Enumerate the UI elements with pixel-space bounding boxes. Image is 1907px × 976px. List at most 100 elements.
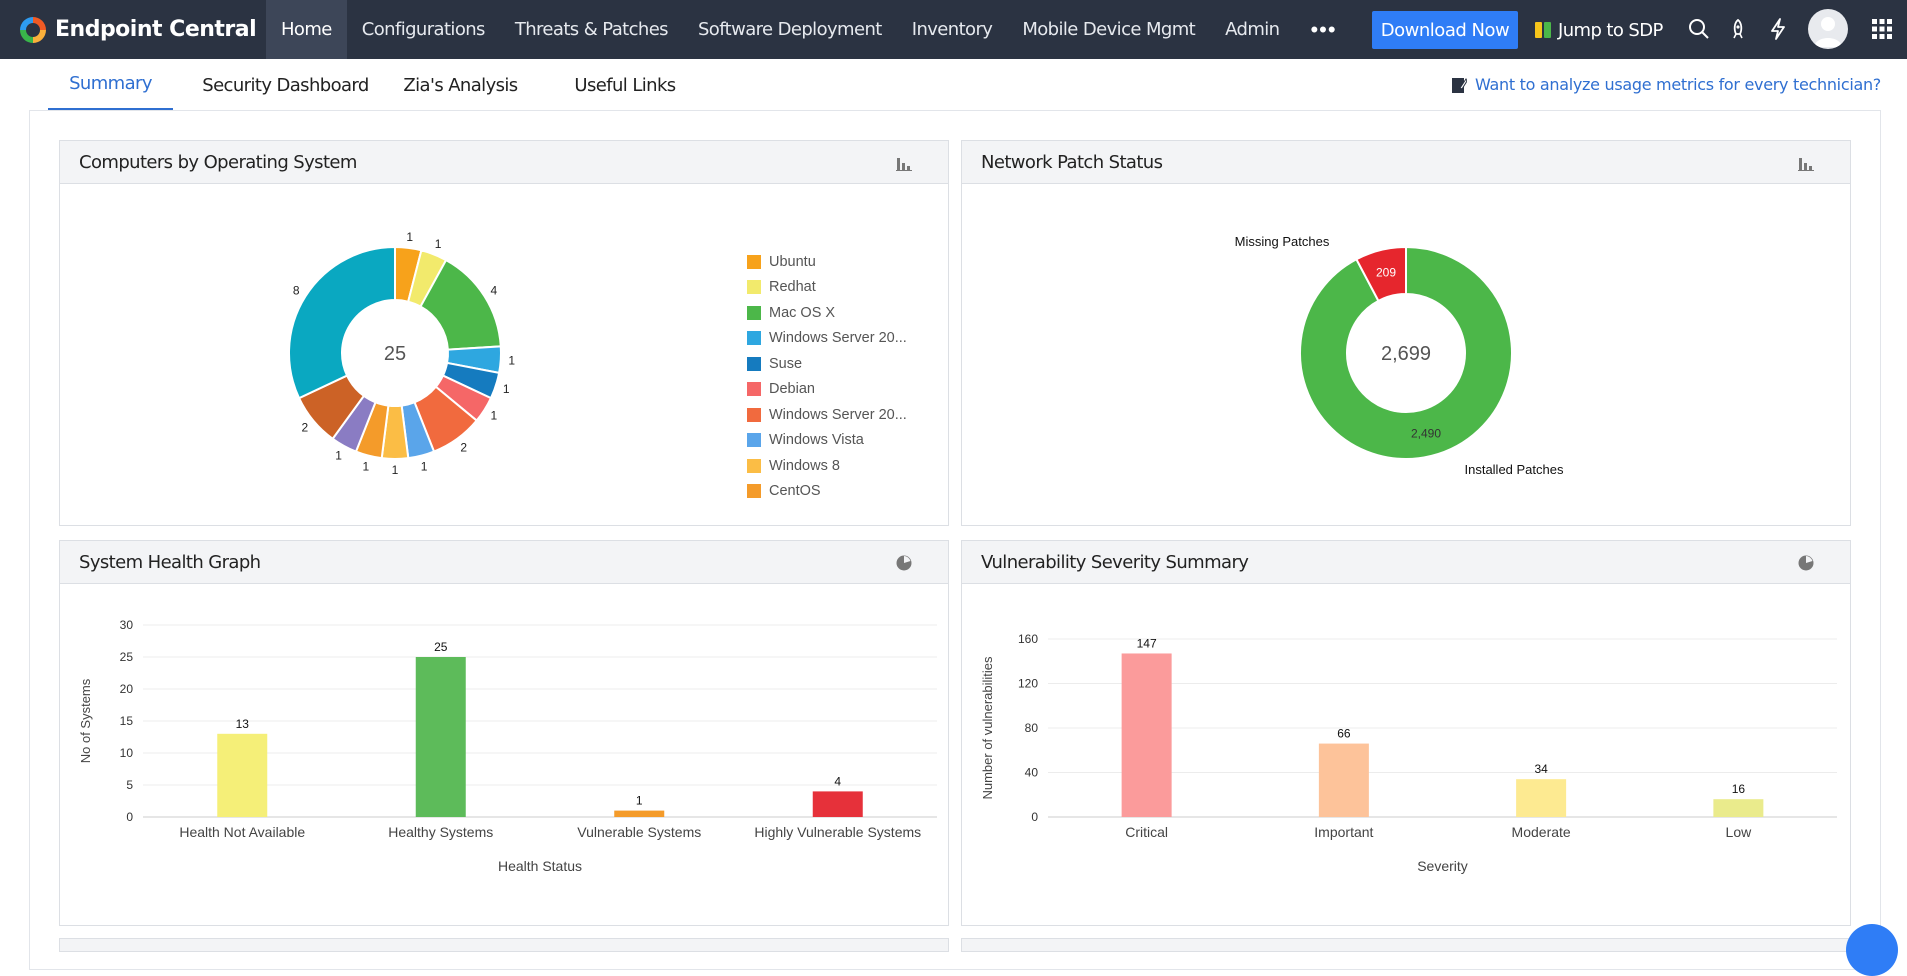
legend-label: Redhat xyxy=(769,279,816,296)
bar-value-label: 25 xyxy=(434,640,448,654)
nav-admin[interactable]: Admin xyxy=(1210,0,1294,59)
tab-summary[interactable]: Summary xyxy=(48,59,173,111)
nav-home[interactable]: Home xyxy=(266,0,347,59)
legend-label: Mac OS X xyxy=(769,304,836,321)
legend-label: Windows Vista xyxy=(769,432,864,449)
bar-value-label: 34 xyxy=(1534,762,1548,776)
legend-item[interactable]: Windows Vista xyxy=(747,428,907,454)
y-tick-label: 15 xyxy=(120,714,134,728)
jump-to-sdp-label: Jump to SDP xyxy=(1558,19,1663,41)
legend-label: CentOS xyxy=(769,483,821,500)
bar xyxy=(1318,743,1369,817)
health-panel-title: System Health Graph xyxy=(79,551,261,573)
slice-value-label: 1 xyxy=(406,230,413,244)
patch-panel-title: Network Patch Status xyxy=(981,151,1163,173)
legend-swatch xyxy=(747,382,761,397)
y-axis-title: No of Systems xyxy=(78,678,93,763)
os-panel-title: Computers by Operating System xyxy=(79,151,357,173)
legend-swatch xyxy=(747,280,761,295)
legend-item[interactable]: Redhat xyxy=(747,275,907,301)
legend-item[interactable]: Ubuntu xyxy=(747,249,907,275)
slice-value-label: 1 xyxy=(421,459,428,473)
slice-value-label: 1 xyxy=(435,237,442,251)
bar xyxy=(415,657,466,817)
tab-security-dashboard[interactable]: Security Dashboard xyxy=(198,59,373,111)
bar xyxy=(1516,779,1567,817)
next-panel-header xyxy=(59,938,949,952)
vuln-panel-header: Vulnerability Severity Summary xyxy=(962,541,1850,584)
edit-note-icon xyxy=(1452,77,1468,93)
chat-bubble-icon[interactable] xyxy=(1846,924,1898,976)
lightning-icon[interactable] xyxy=(1764,15,1792,43)
usage-metrics-label: Want to analyze usage metrics for every … xyxy=(1475,75,1881,94)
legend-item[interactable]: Mac OS X xyxy=(747,300,907,326)
slice-value-label: 1 xyxy=(335,449,342,463)
bar xyxy=(217,733,268,817)
bar-value-label: 4 xyxy=(834,774,841,788)
health-panel-header: System Health Graph xyxy=(60,541,948,584)
download-now-button[interactable]: Download Now xyxy=(1372,11,1518,49)
legend-swatch xyxy=(747,433,761,448)
legend-item[interactable]: Windows Server 20... xyxy=(747,326,907,352)
legend-label: Suse xyxy=(769,355,803,372)
pie-chart-icon[interactable] xyxy=(1798,555,1814,571)
health-panel: System Health Graph 0 5 10 15 20 25 30 13 Health… xyxy=(59,540,949,926)
donut-center-total: 25 xyxy=(384,343,406,365)
y-tick-label: 0 xyxy=(126,810,133,824)
x-tick-label: Moderate xyxy=(1512,824,1571,840)
nav-configurations[interactable]: Configurations xyxy=(347,0,500,59)
y-axis-title: Number of vulnerabilities xyxy=(980,656,995,800)
legend-label: Debian xyxy=(769,381,815,398)
nav-inventory[interactable]: Inventory xyxy=(897,0,1008,59)
slice-value-label: 1 xyxy=(363,459,370,473)
dashboard-tabs: Summary Security Dashboard Zia's Analysi… xyxy=(0,59,1907,111)
slice-value-label: 8 xyxy=(293,283,300,297)
nav-mobile-device-mgmt[interactable]: Mobile Device Mgmt xyxy=(1007,0,1210,59)
x-axis-title: Health Status xyxy=(498,858,582,874)
user-avatar[interactable] xyxy=(1808,9,1848,49)
bar-chart-icon[interactable] xyxy=(896,155,912,171)
bar-value-label: 147 xyxy=(1137,636,1157,650)
vuln-bar-chart: 0 40 80 120 160 147 Critical 66 Important 34 Moder… xyxy=(980,632,1837,874)
bar-value-label: 66 xyxy=(1337,727,1351,741)
tab-zias-analysis[interactable]: Zia's Analysis xyxy=(398,59,523,111)
legend-swatch xyxy=(747,331,761,346)
slice-value-label: 1 xyxy=(392,463,399,477)
vuln-panel: Vulnerability Severity Summary 0 40 80 120 1… xyxy=(961,540,1851,926)
bar-value-label: 1 xyxy=(636,794,643,808)
y-tick-label: 0 xyxy=(1031,810,1038,824)
legend-item[interactable]: CentOS xyxy=(747,479,907,505)
legend-item[interactable]: Suse xyxy=(747,351,907,377)
legend-item[interactable]: Windows 8 xyxy=(747,453,907,479)
missing-patches-label: Missing Patches xyxy=(1235,234,1330,249)
search-icon[interactable] xyxy=(1685,15,1713,43)
nav-threats-patches[interactable]: Threats & Patches xyxy=(500,0,683,59)
legend-label: Ubuntu xyxy=(769,253,816,270)
legend-label: Windows Server 20... xyxy=(769,330,907,347)
y-tick-label: 5 xyxy=(126,778,133,792)
missing-value-label: 209 xyxy=(1376,265,1396,279)
usage-metrics-link[interactable]: Want to analyze usage metrics for every … xyxy=(1451,75,1881,94)
y-tick-label: 160 xyxy=(1018,632,1038,646)
os-panel: Computers by Operating System 1141112111… xyxy=(59,140,949,526)
patch-panel: Network Patch Status 2,699 2,490 209 Missin… xyxy=(961,140,1851,526)
tab-useful-links[interactable]: Useful Links xyxy=(560,59,690,111)
y-tick-label: 40 xyxy=(1025,766,1039,780)
donut-center-total: 2,699 xyxy=(1381,343,1431,365)
jump-to-sdp-link[interactable]: Jump to SDP xyxy=(1534,11,1663,49)
pie-chart-icon[interactable] xyxy=(896,555,912,571)
slice-value-label: 1 xyxy=(490,409,497,423)
next-panel-header xyxy=(961,938,1851,952)
nav-software-deployment[interactable]: Software Deployment xyxy=(683,0,897,59)
app-grid-icon[interactable] xyxy=(1868,15,1896,43)
legend-item[interactable]: Debian xyxy=(747,377,907,403)
legend-item[interactable]: Windows Server 20... xyxy=(747,402,907,428)
legend-swatch xyxy=(747,407,761,422)
rocket-icon[interactable] xyxy=(1724,15,1752,43)
more-menu-icon[interactable]: ••• xyxy=(1294,0,1352,59)
legend-swatch xyxy=(747,458,761,473)
os-panel-header: Computers by Operating System xyxy=(60,141,948,184)
slice-value-label: 2 xyxy=(302,421,309,435)
bar-chart-icon[interactable] xyxy=(1798,155,1814,171)
brand[interactable]: Endpoint Central xyxy=(0,0,266,59)
